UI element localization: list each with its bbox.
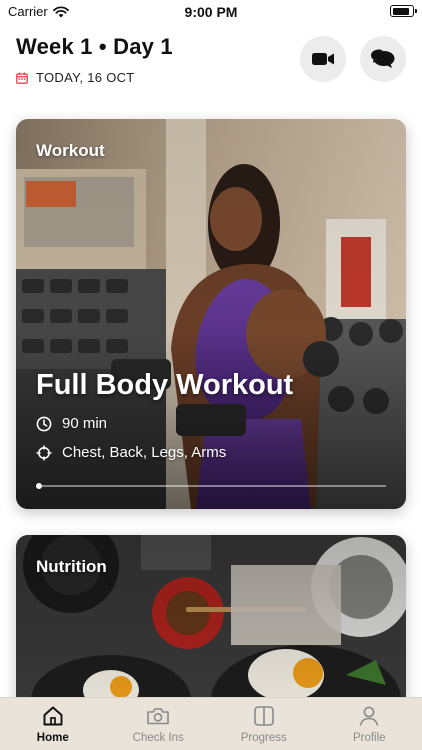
page-header: Week 1 • Day 1 TODAY, 16 OCT (16, 34, 406, 94)
tab-check-ins[interactable]: Check Ins (106, 698, 212, 750)
date-label: TODAY, 16 OCT (36, 70, 135, 85)
video-camera-icon (312, 53, 334, 65)
person-icon (359, 706, 379, 726)
chat-button[interactable] (360, 36, 406, 82)
tab-profile-label: Profile (352, 732, 386, 744)
page-title: Week 1 • Day 1 (16, 34, 173, 59)
calendar-icon (16, 72, 28, 84)
clock-icon (36, 416, 52, 431)
chat-bubbles-icon (371, 49, 395, 68)
tab-profile[interactable]: Profile (317, 698, 422, 750)
tab-bar: Home Check Ins Progress Profile (0, 697, 422, 750)
tab-home[interactable]: Home (0, 698, 106, 750)
workout-focus-row: Chest, Back, Legs, Arms (36, 444, 226, 461)
workout-duration: 90 min (62, 415, 108, 432)
workout-progress-track (36, 482, 386, 489)
tab-home-label: Home (36, 732, 69, 744)
status-time: 9:00 PM (184, 4, 238, 20)
workout-card[interactable]: Workout Full Body Workout 90 min Chest, … (16, 119, 406, 509)
tab-check-ins-label: Check Ins (132, 732, 184, 744)
nutrition-card-label: Nutrition (36, 557, 107, 576)
workout-focus: Chest, Back, Legs, Arms (62, 444, 227, 461)
date-row: TODAY, 16 OCT (16, 70, 406, 85)
home-icon (43, 706, 63, 726)
status-bar: Carrier 9:00 PM (0, 0, 422, 24)
tab-progress-label: Progress (240, 732, 287, 744)
battery-icon (390, 5, 417, 17)
video-call-button[interactable] (300, 36, 346, 82)
workout-duration-row: 90 min (36, 415, 107, 432)
workout-progress-indicator (36, 482, 42, 489)
target-icon (36, 445, 52, 460)
battery-level (392, 7, 410, 15)
workout-card-label: Workout (36, 141, 105, 160)
camera-icon (147, 708, 170, 725)
split-square-icon (253, 706, 274, 726)
workout-title: Full Body Workout (36, 369, 294, 401)
tab-progress[interactable]: Progress (211, 698, 317, 750)
